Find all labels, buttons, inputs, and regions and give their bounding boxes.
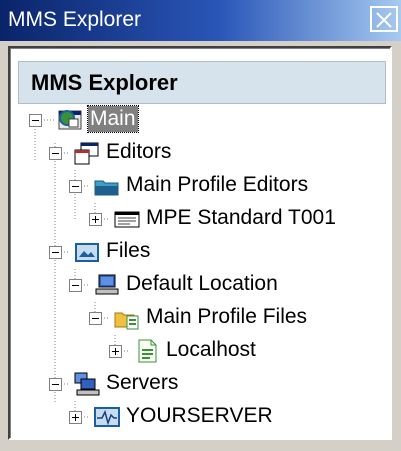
servers-collapse-toggle[interactable] bbox=[49, 378, 62, 391]
yourserver-expand-toggle[interactable] bbox=[69, 411, 82, 424]
close-button[interactable] bbox=[370, 6, 398, 32]
folder-open-icon bbox=[94, 180, 119, 196]
tree-item-default-location[interactable]: Default Location bbox=[126, 271, 278, 297]
files-collapse-toggle[interactable] bbox=[49, 246, 62, 259]
explorer-panel: MMS Explorer Main Editors Main Profile E… bbox=[8, 46, 392, 440]
profile-card-icon bbox=[114, 211, 140, 228]
monitor-wave-icon bbox=[94, 407, 120, 427]
window-title: MMS Explorer bbox=[8, 8, 142, 31]
tree-item-main-profile-editors[interactable]: Main Profile Editors bbox=[126, 172, 308, 198]
server-icon bbox=[74, 372, 100, 396]
tree-item-servers[interactable]: Servers bbox=[106, 370, 178, 396]
tree-item-mpe-standard[interactable]: MPE Standard T001 bbox=[146, 205, 336, 231]
main-collapse-toggle[interactable] bbox=[29, 114, 42, 127]
main-profile-editors-collapse-toggle[interactable] bbox=[69, 180, 82, 193]
tree-item-files[interactable]: Files bbox=[106, 238, 150, 264]
picture-folder-icon bbox=[75, 243, 99, 262]
default-location-collapse-toggle[interactable] bbox=[69, 279, 82, 292]
tree-item-editors[interactable]: Editors bbox=[106, 139, 171, 165]
mpe-standard-expand-toggle[interactable] bbox=[89, 213, 102, 226]
tree-item-yourserver[interactable]: YOURSERVER bbox=[126, 403, 273, 429]
main-profile-files-collapse-toggle[interactable] bbox=[89, 312, 102, 325]
tree-item-main[interactable]: Main bbox=[87, 105, 139, 133]
folder-file-icon bbox=[114, 312, 139, 330]
tree-item-localhost[interactable]: Localhost bbox=[166, 337, 256, 363]
mms-explorer-window: MMS Explorer MMS Explorer Main Editors M… bbox=[0, 0, 401, 451]
editors-collapse-toggle[interactable] bbox=[49, 147, 62, 160]
localhost-expand-toggle[interactable] bbox=[109, 345, 122, 358]
close-icon bbox=[376, 12, 392, 28]
windows-stack-icon bbox=[74, 142, 99, 165]
world-window-icon bbox=[58, 110, 82, 130]
document-icon bbox=[138, 339, 157, 363]
title-bar[interactable]: MMS Explorer bbox=[0, 0, 401, 41]
tree-item-main-profile-files[interactable]: Main Profile Files bbox=[146, 304, 307, 330]
computer-icon bbox=[95, 274, 119, 295]
